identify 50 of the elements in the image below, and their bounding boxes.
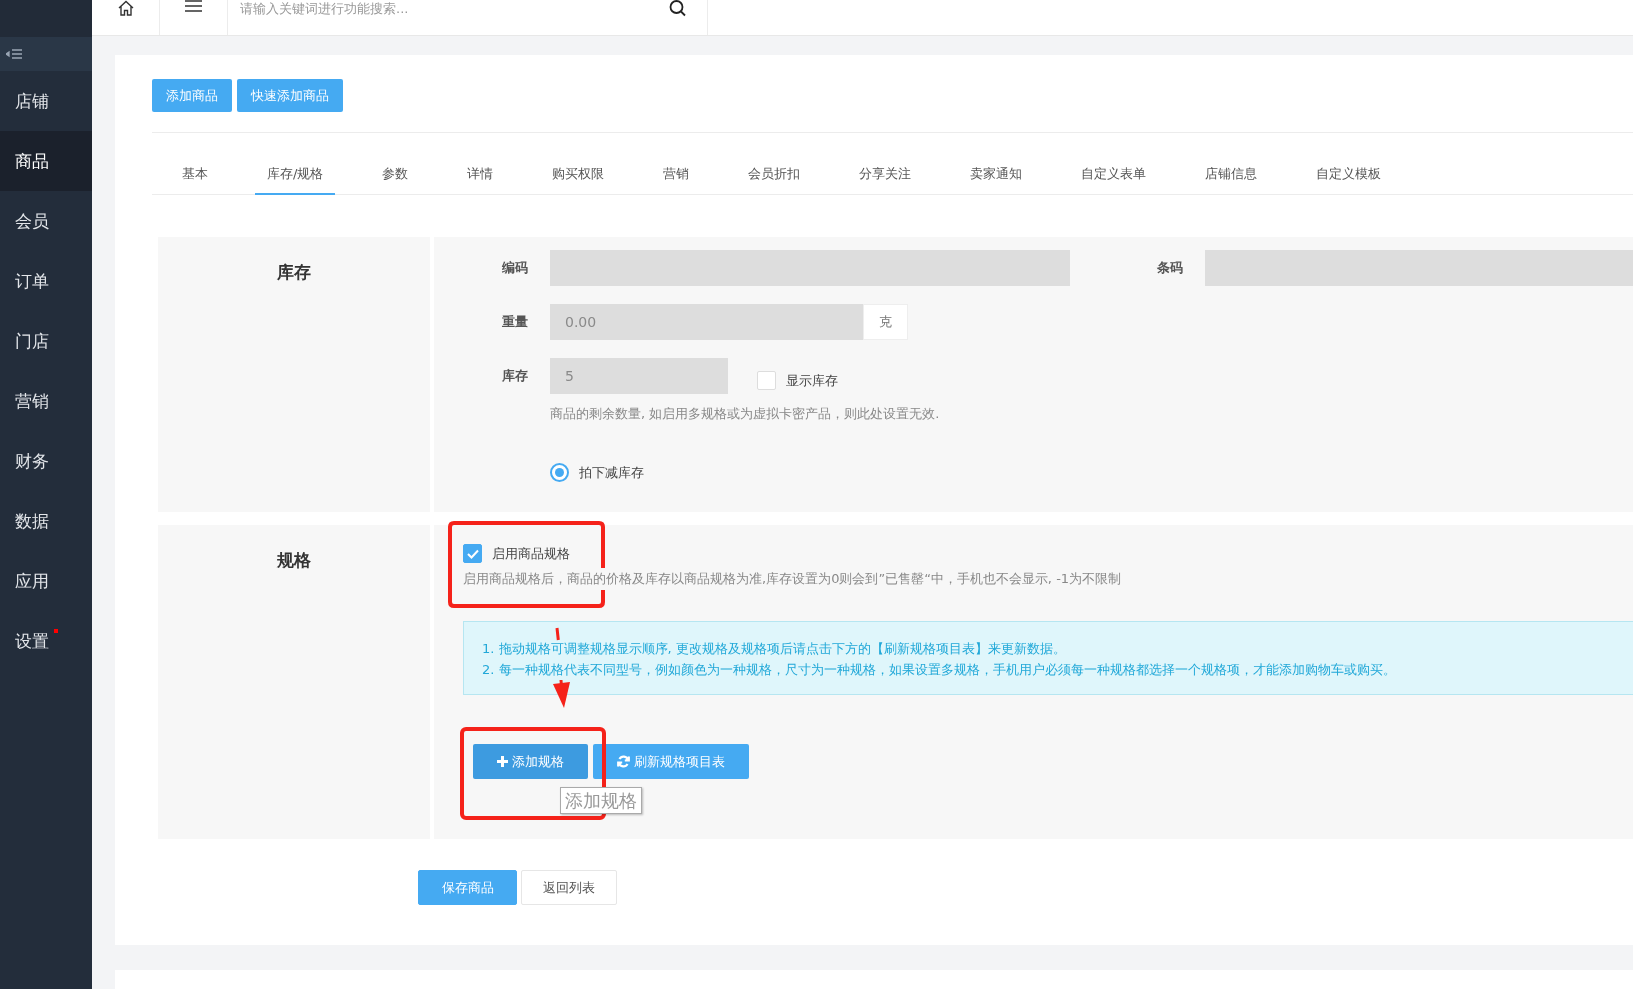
section-title: 库存 bbox=[277, 261, 311, 283]
radio-button[interactable] bbox=[550, 463, 569, 482]
sidebar-item[interactable]: 数据 bbox=[0, 491, 92, 551]
sidebar-item[interactable]: 财务 bbox=[0, 431, 92, 491]
sidebar-item[interactable]: 商品 bbox=[0, 131, 92, 191]
sidebar-item[interactable]: 设置 bbox=[0, 611, 92, 671]
unit-label: 克 bbox=[863, 304, 908, 340]
tab[interactable]: 自定义表单 bbox=[1069, 165, 1159, 195]
field-label: 条码 bbox=[1156, 259, 1183, 277]
tab[interactable]: 详情 bbox=[455, 165, 506, 195]
tab[interactable]: 库存/规格 bbox=[255, 165, 336, 195]
tab[interactable]: 店铺信息 bbox=[1193, 165, 1270, 195]
help-text: 启用商品规格后，商品的价格及库存以商品规格为准,库存设置为0则会到”已售罄“中，手机也不会显示, -1为不限制 bbox=[463, 570, 1123, 588]
tab[interactable]: 自定义模板 bbox=[1304, 165, 1394, 195]
help-text: 商品的剩余数量, 如启用多规格或为虚拟卡密产品，则此处设置无效. bbox=[550, 405, 941, 423]
radio-label: 拍下减库存 bbox=[579, 463, 644, 482]
field-label: 重量 bbox=[501, 313, 528, 331]
menu-icon[interactable] bbox=[185, 0, 202, 12]
checkbox-label: 显示库存 bbox=[786, 371, 838, 390]
checkbox[interactable] bbox=[463, 544, 482, 563]
refresh-icon bbox=[617, 755, 630, 768]
tab[interactable]: 参数 bbox=[370, 165, 421, 195]
check-icon bbox=[466, 548, 479, 559]
tooltip: 添加规格 bbox=[560, 787, 642, 814]
search-icon[interactable] bbox=[669, 0, 687, 17]
home-icon[interactable] bbox=[116, 0, 135, 16]
info-text: 2. 每一种规格代表不同型号，例如颜色为一种规格，尺寸为一种规格，如果设置多规格，手机用户必须每一种规格都选择一个规格项，才能添加购物车或购买。 bbox=[482, 661, 1397, 679]
sidebar-item[interactable]: 营销 bbox=[0, 371, 92, 431]
sidebar-item[interactable]: 应用 bbox=[0, 551, 92, 611]
tab[interactable]: 营销 bbox=[651, 165, 702, 195]
info-text: 1. 拖动规格可调整规格显示顺序, 更改规格及规格项后请点击下方的【刷新规格项目表】来更新数据。 bbox=[482, 640, 1067, 658]
code-input[interactable] bbox=[550, 250, 1070, 286]
sidebar-item[interactable]: 店铺 bbox=[0, 71, 92, 131]
collapse-menu-icon[interactable] bbox=[6, 49, 23, 59]
tab[interactable]: 会员折扣 bbox=[736, 165, 813, 195]
field-label: 库存 bbox=[501, 367, 528, 385]
tab[interactable]: 分享关注 bbox=[847, 165, 924, 195]
field-label: 编码 bbox=[501, 259, 528, 277]
plus-icon bbox=[497, 756, 508, 767]
tab[interactable]: 购买权限 bbox=[540, 165, 617, 195]
sidebar-item[interactable]: 门店 bbox=[0, 311, 92, 371]
barcode-input[interactable] bbox=[1205, 250, 1633, 286]
search-field[interactable]: 请输入关键词进行功能搜索... bbox=[240, 0, 620, 16]
checkbox-label: 启用商品规格 bbox=[492, 544, 570, 563]
tab[interactable]: 卖家通知 bbox=[958, 165, 1035, 195]
back-button[interactable]: 返回列表 bbox=[521, 870, 617, 905]
section-title: 规格 bbox=[277, 549, 311, 571]
tab[interactable]: 基本 bbox=[170, 165, 220, 195]
sidebar-item[interactable]: 订单 bbox=[0, 251, 92, 311]
sidebar-item[interactable]: 会员 bbox=[0, 191, 92, 251]
